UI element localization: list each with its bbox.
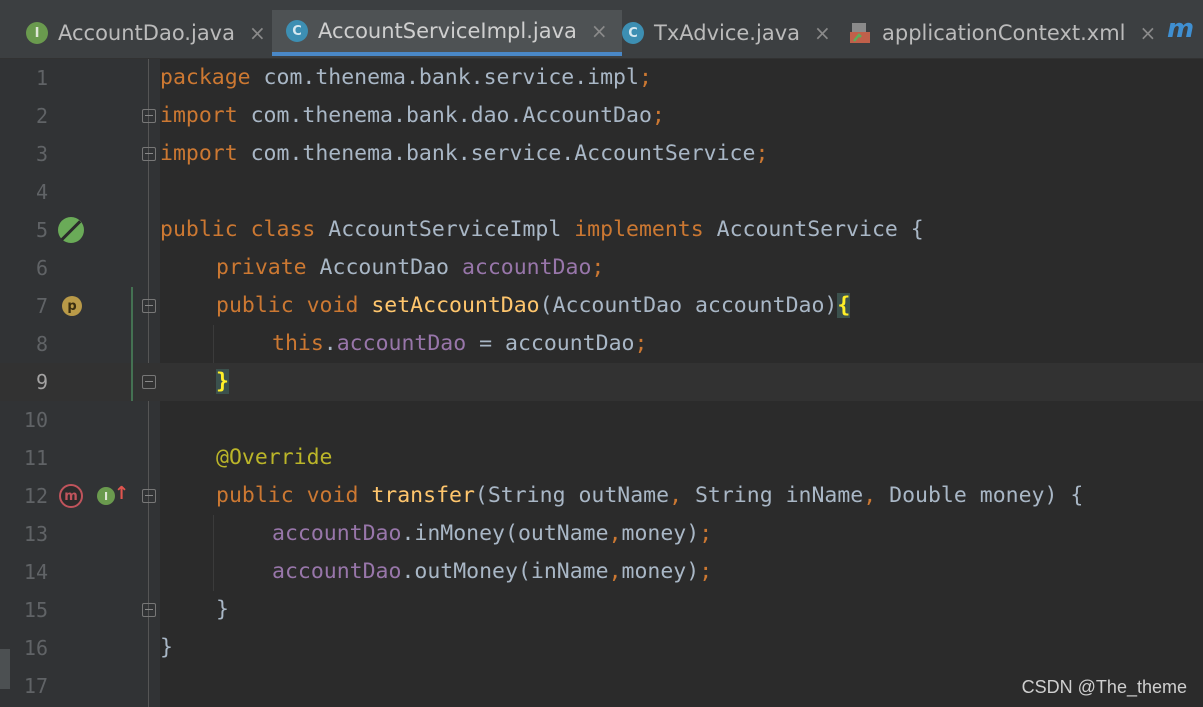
fold-toggle-icon[interactable] [142, 299, 156, 313]
line-number: 13 [23, 522, 48, 546]
interface-implemented-icon[interactable]: I [97, 487, 115, 505]
watermark: CSDN @The_theme [1021, 677, 1187, 697]
close-icon[interactable]: × [814, 21, 831, 45]
tab-accountdao[interactable]: I AccountDao.java × [26, 10, 266, 56]
tab-applicationcontext[interactable]: applicationContext.xml × [848, 10, 1156, 56]
indent-guide [213, 515, 214, 591]
code-line[interactable]: 12 m I ↑ public void transfer(String out… [0, 477, 1203, 515]
code-text: } [216, 369, 229, 394]
fold-toggle-icon[interactable] [142, 375, 156, 389]
line-number: 10 [23, 408, 48, 432]
code-text: @Override [216, 445, 333, 470]
editor-tab-bar: I AccountDao.java × C AccountServiceImpl… [0, 0, 1203, 59]
code-line[interactable]: 14 accountDao.outMoney(inName,money); [0, 553, 1203, 591]
code-text: public void setAccountDao(AccountDao acc… [216, 293, 851, 318]
line-number: 6 [35, 256, 48, 280]
code-line[interactable]: 13 accountDao.inMoney(outName,money); [0, 515, 1203, 553]
code-text: accountDao.inMoney(outName,money); [272, 521, 713, 546]
code-text: } [160, 635, 173, 660]
line-number: 14 [23, 560, 48, 584]
line-number: 11 [23, 446, 48, 470]
code-text: package com.thenema.bank.service.impl; [160, 65, 652, 90]
line-number: 15 [23, 598, 48, 622]
code-editor[interactable]: 1 package com.thenema.bank.service.impl;… [0, 59, 1203, 707]
indent-guide [213, 325, 214, 363]
line-number: 9 [35, 370, 48, 394]
code-text: public void transfer(String outName, Str… [216, 483, 1084, 508]
vcs-change-marker[interactable] [131, 287, 133, 401]
code-line[interactable]: 10 [0, 401, 1203, 439]
line-number: 7 [35, 294, 48, 318]
code-line[interactable]: 4 [0, 173, 1203, 211]
tab-label: AccountServiceImpl.java [318, 19, 577, 43]
fold-toggle-icon[interactable] [142, 109, 156, 123]
class-icon: C [622, 22, 644, 44]
code-line[interactable]: 8 this.accountDao = accountDao; [0, 325, 1203, 363]
interface-icon: I [26, 22, 48, 44]
code-text: import com.thenema.bank.service.AccountS… [160, 141, 769, 166]
line-number: 12 [23, 484, 48, 508]
code-text: public class AccountServiceImpl implemen… [160, 217, 924, 242]
xml-file-glyph [850, 23, 870, 43]
code-line[interactable]: 5 public class AccountServiceImpl implem… [0, 211, 1203, 249]
code-line[interactable]: 16 } [0, 629, 1203, 667]
fold-toggle-icon[interactable] [142, 489, 156, 503]
implements-method-icon[interactable]: m [59, 484, 83, 508]
line-number: 16 [23, 636, 48, 660]
line-number: 1 [35, 66, 48, 90]
close-icon[interactable]: × [1140, 21, 1157, 45]
line-number: 3 [35, 142, 48, 166]
code-text: accountDao.outMoney(inName,money); [272, 559, 713, 584]
line-number: 5 [35, 218, 48, 242]
line-number: 2 [35, 104, 48, 128]
tab-label: TxAdvice.java [654, 21, 800, 45]
xml-icon [848, 21, 872, 45]
tab-label: applicationContext.xml [882, 21, 1126, 45]
code-text: import com.thenema.bank.dao.AccountDao; [160, 103, 665, 128]
code-line[interactable]: 6 private AccountDao accountDao; [0, 249, 1203, 287]
code-line[interactable]: 7 p public void setAccountDao(AccountDao… [0, 287, 1203, 325]
code-line[interactable]: 3 import com.thenema.bank.service.Accoun… [0, 135, 1203, 173]
class-icon: C [286, 20, 308, 42]
tab-accountserviceimpl[interactable]: C AccountServiceImpl.java × [272, 10, 622, 56]
code-line-current[interactable]: 9 } [0, 363, 1203, 401]
code-line[interactable]: 11 @Override [0, 439, 1203, 477]
more-tabs-icon[interactable]: m [1167, 14, 1194, 44]
spring-bean-icon[interactable] [58, 217, 84, 243]
code-text: } [216, 597, 229, 622]
code-line[interactable]: 2 import com.thenema.bank.dao.AccountDao… [0, 97, 1203, 135]
code-text: this.accountDao = accountDao; [272, 331, 648, 356]
code-text: private AccountDao accountDao; [216, 255, 605, 280]
code-line[interactable]: 1 package com.thenema.bank.service.impl; [0, 59, 1203, 97]
tab-label: AccountDao.java [58, 21, 235, 45]
close-icon[interactable]: × [249, 21, 266, 45]
fold-toggle-icon[interactable] [142, 603, 156, 617]
line-number: 4 [35, 180, 48, 204]
code-line[interactable]: 15 } [0, 591, 1203, 629]
up-arrow-icon[interactable]: ↑ [114, 483, 129, 504]
line-number: 17 [23, 674, 48, 698]
tab-txadvice[interactable]: C TxAdvice.java × [622, 10, 831, 56]
line-number: 8 [35, 332, 48, 356]
close-icon[interactable]: × [591, 19, 608, 43]
fold-toggle-icon[interactable] [142, 147, 156, 161]
spring-property-icon[interactable]: p [62, 296, 82, 316]
